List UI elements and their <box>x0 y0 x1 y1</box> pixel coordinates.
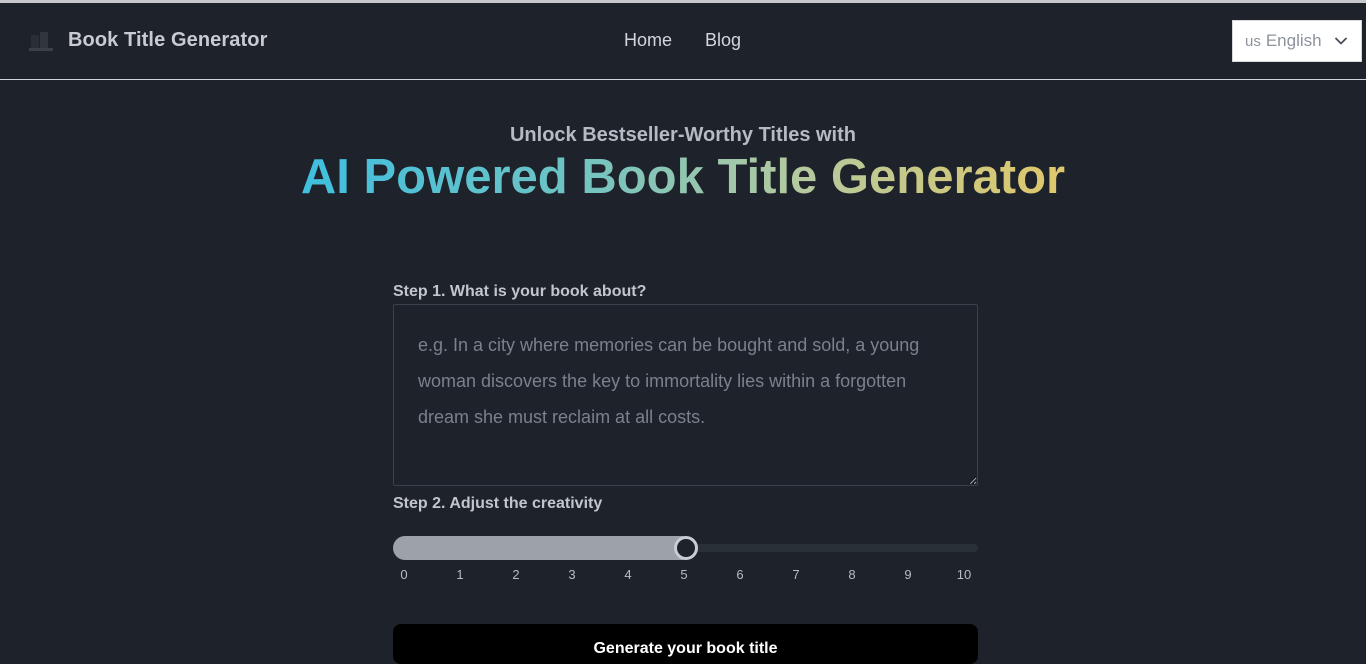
slider-fill <box>393 536 694 560</box>
hero-section: Unlock Bestseller-Worthy Titles with AI … <box>0 124 1366 205</box>
hero-subtitle: Unlock Bestseller-Worthy Titles with <box>509 124 856 146</box>
slider-thumb[interactable] <box>674 536 698 560</box>
generate-button[interactable]: Generate your book title <box>393 624 978 664</box>
main-nav: Home Blog <box>624 30 741 51</box>
book-description-input[interactable] <box>393 304 978 486</box>
slider-tick-label: 8 <box>848 567 856 582</box>
brand-title: Book Title Generator <box>68 28 268 51</box>
slider-tick-label: 9 <box>904 567 912 582</box>
books-logo-icon <box>28 27 54 53</box>
creativity-slider[interactable] <box>393 536 978 560</box>
site-header: Book Title Generator Home Blog us Englis… <box>0 3 1366 80</box>
language-select[interactable]: us English <box>1232 20 1362 62</box>
step2-label: Step 2. Adjust the creativity <box>393 495 603 512</box>
slider-ticks: 0 1 2 3 4 5 6 7 8 9 10 <box>393 567 978 583</box>
slider-tick-label: 1 <box>456 567 464 582</box>
hero-headline: AI Powered Book Title Generator <box>300 150 1066 204</box>
us-flag-icon: us <box>1245 32 1261 50</box>
nav-home-link[interactable]: Home <box>624 30 672 51</box>
slider-tick-label: 4 <box>624 567 632 582</box>
chevron-down-icon <box>1335 37 1347 45</box>
slider-tick-label: 10 <box>956 567 972 582</box>
nav-blog-link[interactable]: Blog <box>705 30 741 51</box>
slider-tick-label: 6 <box>736 567 744 582</box>
slider-tick-label: 2 <box>512 567 520 582</box>
slider-tick-label: 7 <box>792 567 800 582</box>
brand[interactable]: Book Title Generator <box>28 27 267 53</box>
slider-tick-label: 3 <box>568 567 576 582</box>
slider-tick-label: 5 <box>680 567 688 582</box>
language-label: English <box>1265 31 1322 50</box>
slider-tick-label: 0 <box>400 567 408 582</box>
step1-label: Step 1. What is your book about? <box>393 283 647 300</box>
